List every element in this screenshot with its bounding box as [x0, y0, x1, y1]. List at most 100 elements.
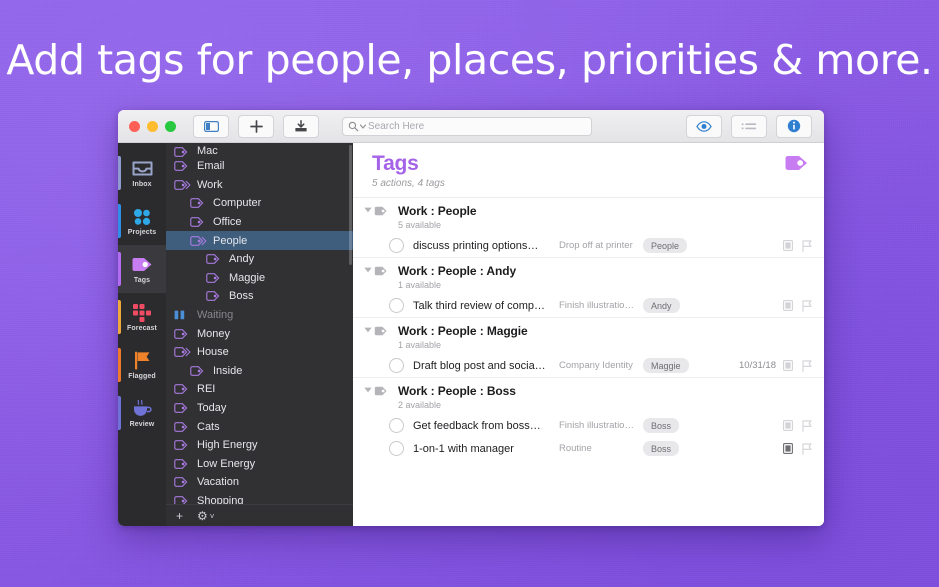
group-disclosure-button[interactable]	[361, 204, 374, 213]
sidebar-item-waiting[interactable]: Waiting	[166, 306, 353, 325]
search-scope-chevron-icon[interactable]	[360, 123, 366, 129]
rail-item-forecast[interactable]: Forecast	[118, 293, 166, 341]
gear-icon: ⚙	[197, 509, 208, 523]
tag-icon	[374, 324, 394, 336]
task-row[interactable]: Talk third review of comp… Finish illustr…	[353, 294, 824, 317]
group-header-text: Work : People : Andy 1 available	[394, 264, 516, 290]
sidebar-item-label: High Energy	[197, 439, 258, 452]
sidebar-item-email[interactable]: Email	[166, 157, 353, 176]
sidebar-item-high-energy[interactable]: High Energy	[166, 436, 353, 455]
task-group-header[interactable]: Work : People : Maggie 1 available	[353, 317, 824, 354]
task-row[interactable]: 1-on-1 with manager Routine Boss	[353, 437, 824, 460]
flag-icon[interactable]	[802, 300, 812, 312]
sidebar-item-maggie[interactable]: Maggie	[166, 269, 353, 288]
sidebar-item-low-energy[interactable]: Low Energy	[166, 455, 353, 474]
sidebar-item-label: Office	[213, 216, 242, 229]
task-row[interactable]: Draft blog post and socia… Company Identi…	[353, 354, 824, 377]
task-checkbox[interactable]	[389, 358, 404, 374]
task-list[interactable]: Work : People 5 available discuss printing…	[353, 198, 824, 526]
tag-icon	[174, 496, 191, 504]
task-tag-pill[interactable]: People	[643, 238, 688, 254]
sidebar-item-computer[interactable]: Computer	[166, 194, 353, 213]
sidebar-footer: + ⚙ ˅	[166, 504, 353, 526]
view-options-button[interactable]	[686, 114, 722, 138]
group-disclosure-button[interactable]	[361, 324, 374, 333]
sidebar-item-andy[interactable]: Andy	[166, 250, 353, 269]
zoom-button[interactable]	[165, 120, 176, 132]
sidebar-item-cats[interactable]: Cats	[166, 417, 353, 436]
tag-icon	[206, 291, 223, 302]
flag-icon[interactable]	[802, 360, 812, 372]
rail-item-inbox[interactable]: Inbox	[118, 149, 166, 197]
sidebar-item-today[interactable]: Today	[166, 399, 353, 418]
rail-item-tags[interactable]: Tags	[118, 245, 166, 293]
sidebar-item-money[interactable]: Money	[166, 324, 353, 343]
new-item-button[interactable]	[238, 114, 274, 138]
task-checkbox[interactable]	[389, 298, 404, 314]
task-title: Draft blog post and socia…	[413, 359, 546, 372]
sidebar-item-people[interactable]: People	[166, 231, 353, 250]
tag-icon	[190, 365, 204, 376]
task-checkbox[interactable]	[389, 418, 404, 434]
sidebar-item-house[interactable]: House	[166, 343, 353, 362]
task-group-header[interactable]: Work : People 5 available	[353, 198, 824, 234]
tag-icon	[206, 273, 220, 283]
task-group-header[interactable]: Work : People : Andy 1 available	[353, 257, 824, 294]
add-tag-button[interactable]: +	[176, 509, 183, 523]
sidebar-action-menu-button[interactable]: ⚙ ˅	[197, 509, 214, 523]
note-icon[interactable]	[783, 360, 793, 372]
close-button[interactable]	[129, 120, 140, 132]
disclosure-triangle-icon[interactable]	[363, 327, 372, 333]
task-tag-pill[interactable]: Andy	[643, 298, 680, 314]
sidebar-item-work[interactable]: Work	[166, 176, 353, 195]
sidebar-item-mac[interactable]: Mac	[166, 143, 353, 157]
inspector-button[interactable]	[776, 114, 812, 138]
task-checkbox[interactable]	[389, 441, 404, 457]
disclosure-triangle-icon[interactable]	[363, 207, 372, 213]
sidebar-toggle-button[interactable]	[193, 114, 229, 138]
sidebar-item-vacation[interactable]: Vacation	[166, 473, 353, 492]
tag-icon	[174, 458, 191, 469]
tag-icon	[174, 477, 191, 488]
task-checkbox[interactable]	[389, 238, 404, 254]
task-tag-pill[interactable]: Boss	[643, 441, 680, 457]
task-group-header[interactable]: Work : People : Boss 2 available	[353, 377, 824, 414]
inbox-button[interactable]	[283, 114, 319, 138]
sidebar-item-shopping[interactable]: Shopping	[166, 492, 353, 504]
group-available-count: 2 available	[398, 400, 442, 411]
tags-sidebar: Mac Email Work Computer Office People Andy Magg…	[166, 143, 353, 526]
note-icon[interactable]	[783, 420, 793, 432]
sidebar-item-office[interactable]: Office	[166, 213, 353, 232]
rail-item-flagged[interactable]: Flagged	[118, 341, 166, 389]
note-icon[interactable]	[783, 443, 793, 455]
marketing-headline: Add tags for people, places, priorities …	[6, 36, 933, 84]
group-disclosure-button[interactable]	[361, 384, 374, 393]
minimize-button[interactable]	[147, 120, 158, 132]
disclosure-triangle-icon[interactable]	[363, 267, 372, 273]
task-title: 1-on-1 with manager	[413, 442, 514, 455]
flag-icon[interactable]	[802, 240, 812, 252]
disclosure-triangle-icon[interactable]	[363, 387, 372, 393]
rail-item-review[interactable]: Review	[118, 389, 166, 437]
layout-button[interactable]	[731, 114, 767, 138]
rail-stripe-flagged	[118, 348, 121, 382]
note-icon[interactable]	[783, 300, 793, 312]
sidebar-item-inside[interactable]: Inside	[166, 362, 353, 381]
task-row[interactable]: discuss printing options… Drop off at pri…	[353, 234, 824, 257]
search-input[interactable]: Search Here	[342, 116, 592, 136]
rail-item-projects[interactable]: Projects	[118, 197, 166, 245]
tag-icon	[190, 217, 204, 227]
task-row[interactable]: Get feedback from boss… Finish illustrati…	[353, 414, 824, 437]
group-disclosure-button[interactable]	[361, 264, 374, 273]
sidebar-scrollbar[interactable]	[349, 145, 352, 265]
task-tag-pill[interactable]: Maggie	[643, 358, 689, 374]
tag-filled-icon[interactable]	[784, 155, 809, 176]
task-project: Finish illustratio…	[559, 420, 634, 432]
tags-sidebar-list[interactable]: Mac Email Work Computer Office People Andy Magg…	[166, 143, 353, 504]
flag-icon[interactable]	[802, 420, 812, 432]
task-tag-pill[interactable]: Boss	[643, 418, 680, 434]
sidebar-item-rei[interactable]: REI	[166, 380, 353, 399]
note-icon[interactable]	[783, 240, 793, 252]
sidebar-item-boss[interactable]: Boss	[166, 287, 353, 306]
flag-icon[interactable]	[802, 443, 812, 455]
